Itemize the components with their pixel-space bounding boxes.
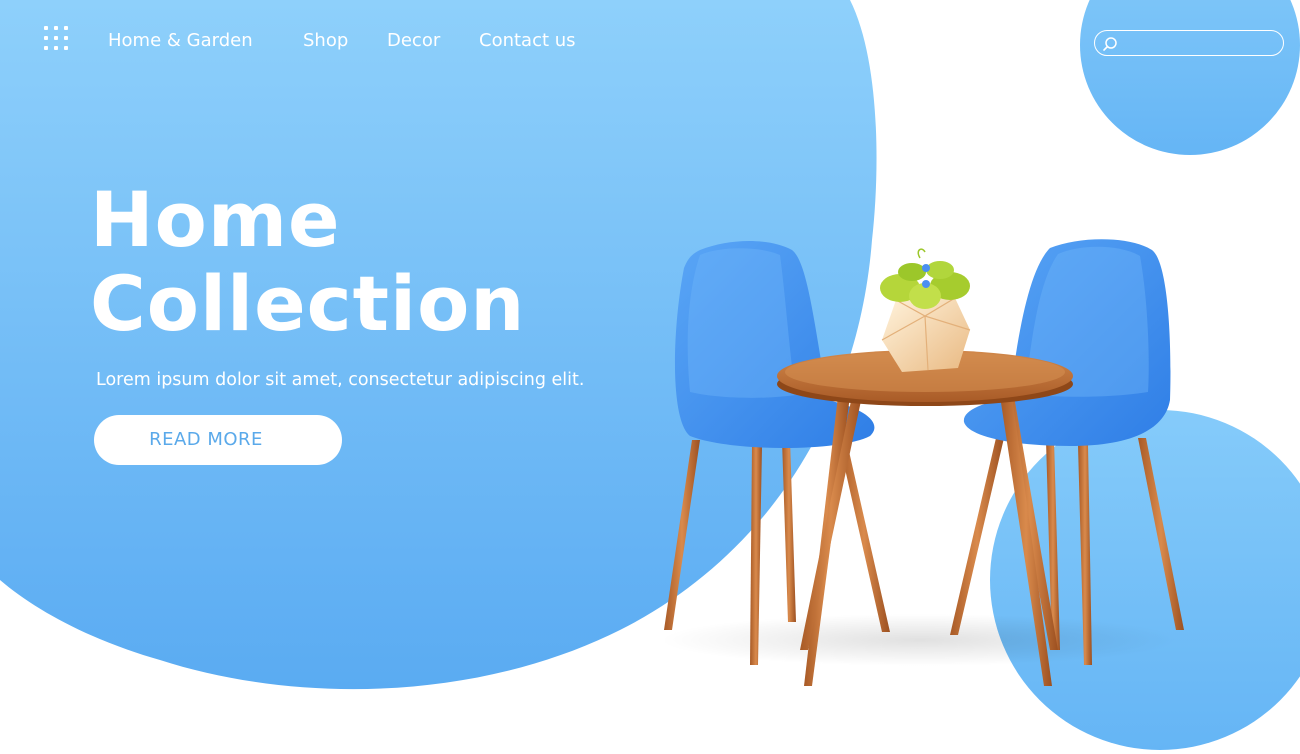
hero-subtitle: Lorem ipsum dolor sit amet, consectetur …: [96, 370, 585, 390]
plant-pot: [880, 248, 971, 372]
nav-link-shop[interactable]: Shop: [303, 30, 348, 52]
top-navigation: Home & Garden Shop Decor Contact us: [0, 0, 1300, 84]
grid-menu-icon[interactable]: [44, 26, 74, 56]
search-box: [1094, 30, 1284, 56]
hero-title: Home Collection: [90, 178, 525, 346]
nav-link-contact-us[interactable]: Contact us: [479, 30, 576, 52]
read-more-label: READ MORE: [149, 429, 263, 450]
nav-link-decor[interactable]: Decor: [387, 30, 440, 52]
hero-title-line-1: Home: [90, 175, 341, 264]
search-input[interactable]: [1125, 33, 1279, 55]
hero-title-line-2: Collection: [90, 259, 526, 348]
landing-page: Home & Garden Shop Decor Contact us Home…: [0, 0, 1300, 754]
read-more-button[interactable]: READ MORE: [94, 415, 342, 465]
search-icon[interactable]: [1102, 35, 1120, 53]
nav-link-home-garden[interactable]: Home & Garden: [108, 30, 253, 52]
